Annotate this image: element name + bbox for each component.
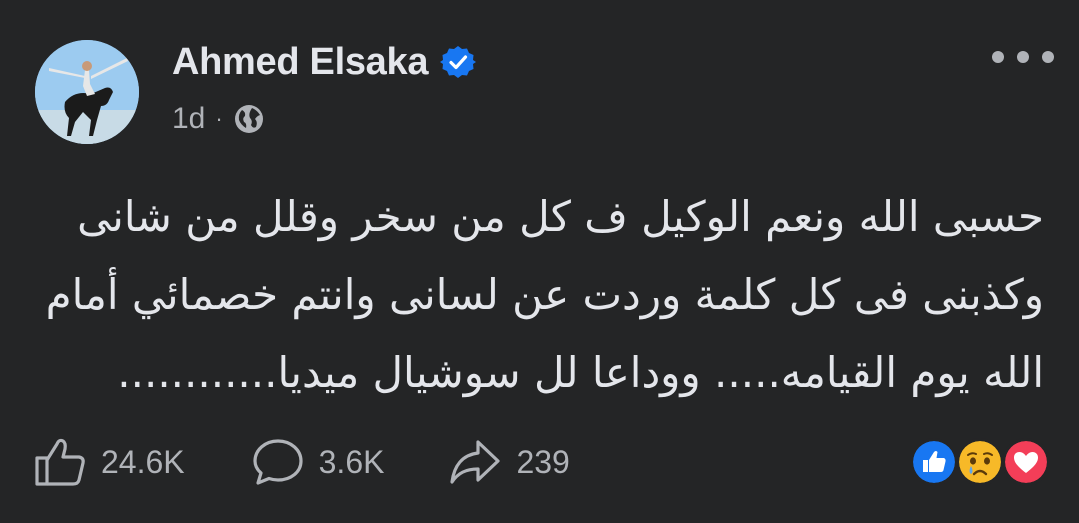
more-dot [992,51,1004,63]
like-button[interactable]: 24.6K [33,436,185,488]
verified-badge-icon [440,44,477,80]
post-text: حسبى الله ونعم الوكيل ف كل من سخر وقلل م… [45,192,1044,397]
post-time[interactable]: 1d [172,102,205,136]
meta-separator: · [215,106,223,131]
reaction-summary[interactable] [910,438,1050,486]
avatar-photo [35,40,139,144]
share-button[interactable]: 239 [448,436,570,488]
comment-bubble-icon [251,436,305,488]
more-dot [1042,51,1054,63]
like-count: 24.6K [101,443,185,480]
share-count: 239 [516,443,570,480]
thumbs-up-icon [33,436,87,488]
post-meta: 1d · [172,99,265,139]
more-dot [1017,51,1029,63]
facebook-post: Ahmed Elsaka 1d · حسبى الله ونعم الوكيل … [0,0,1079,523]
more-options-icon[interactable] [992,42,1054,72]
author-avatar[interactable] [35,40,139,144]
comment-button[interactable]: 3.6K [251,436,385,488]
comment-count: 3.6K [318,443,385,480]
author-name[interactable]: Ahmed Elsaka [172,41,428,84]
like-reaction-icon [910,438,958,486]
globe-icon[interactable] [233,103,265,135]
share-arrow-icon [448,436,502,488]
author-row: Ahmed Elsaka [172,38,477,86]
post-actions: 24.6K 3.6K 239 [33,436,570,488]
sad-reaction-icon [956,438,1004,486]
love-reaction-icon [1002,438,1050,486]
